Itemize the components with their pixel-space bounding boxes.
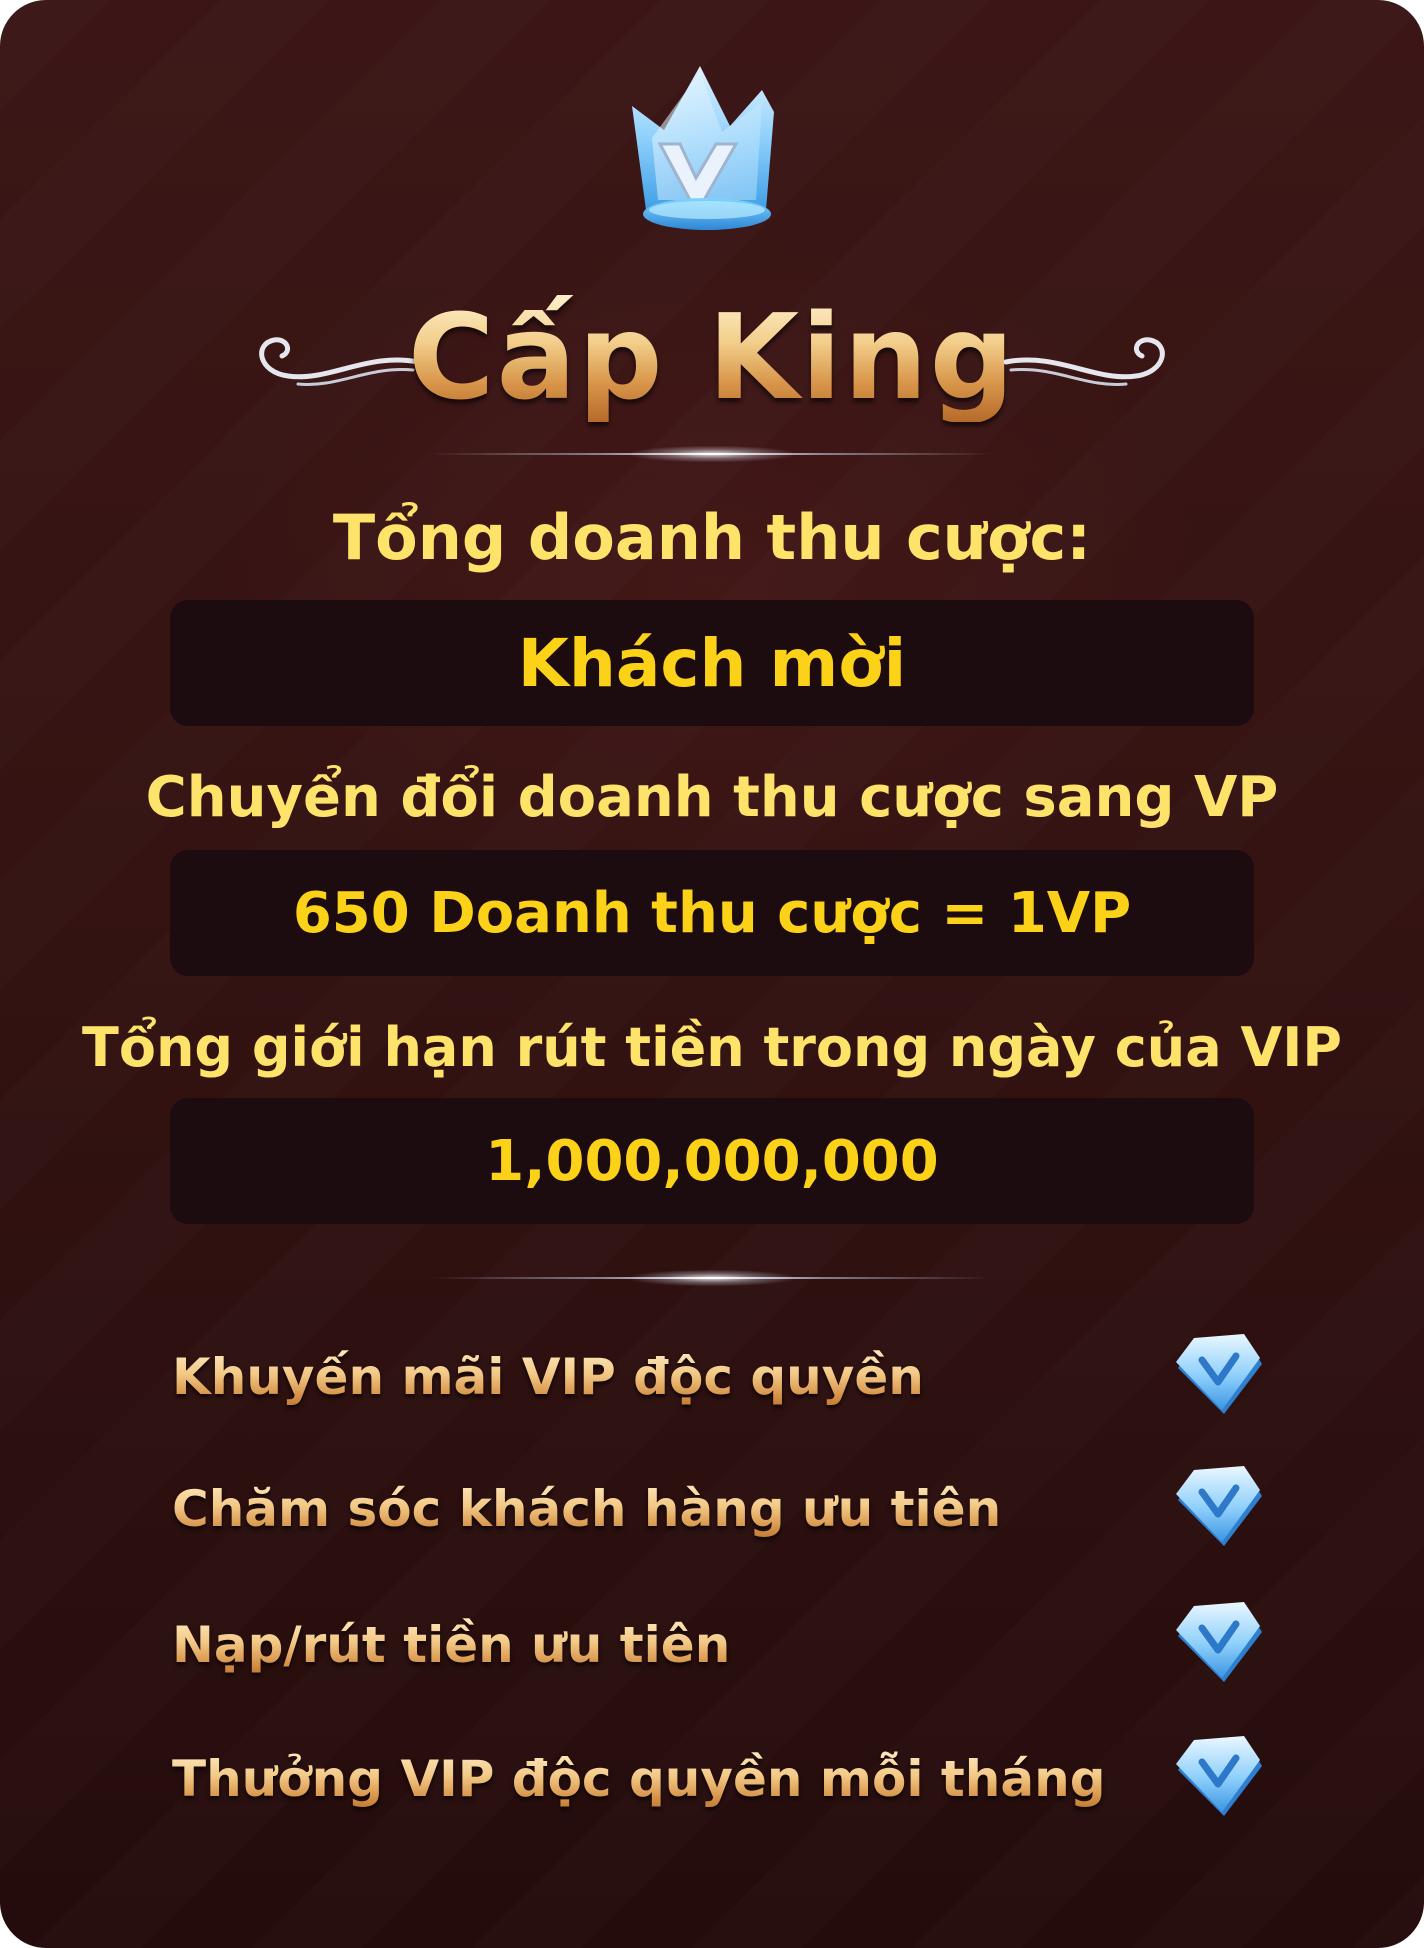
daily-withdrawal-limit-heading: Tổng giới hạn rút tiền trong ngày của VI… — [82, 1016, 1342, 1079]
benefit-item: Chăm sóc khách hàng ưu tiên — [172, 1466, 1272, 1556]
benefit-item: Khuyến mãi VIP độc quyền — [172, 1334, 1272, 1424]
benefit-item: Thưởng VIP độc quyền mỗi tháng — [172, 1736, 1272, 1826]
daily-withdrawal-limit-value: 1,000,000,000 — [485, 1128, 939, 1194]
total-turnover-heading: Tổng doanh thu cược: — [332, 501, 1092, 574]
benefit-label: Nạp/rút tiền ưu tiên — [172, 1612, 730, 1678]
level-title-row: Cấp King — [0, 282, 1424, 432]
swirl-ornament-icon — [1003, 337, 1165, 386]
daily-withdrawal-limit-value-box: 1,000,000,000 — [170, 1098, 1254, 1224]
vp-conversion-heading: Chuyển đổi doanh thu cược sang VP — [145, 765, 1279, 830]
level-title: Cấp King — [0, 292, 1424, 422]
vip-level-card: Cấp King Tổng doanh thu cược: Khách mời … — [0, 0, 1424, 1948]
total-turnover-value: Khách mời — [517, 624, 907, 702]
crown-v-icon — [632, 66, 774, 230]
vp-conversion-value: 650 Doanh thu cược = 1VP — [292, 880, 1132, 946]
check-badge-icon — [1176, 1736, 1262, 1816]
divider — [432, 446, 992, 462]
check-badge-icon — [1176, 1334, 1262, 1414]
total-turnover-value-box: Khách mời — [170, 600, 1254, 726]
benefit-item: Nạp/rút tiền ưu tiên — [172, 1602, 1272, 1692]
check-badge-icon — [1176, 1602, 1262, 1682]
benefit-label: Thưởng VIP độc quyền mỗi tháng — [172, 1746, 1106, 1812]
divider — [432, 1270, 992, 1286]
benefit-label: Khuyến mãi VIP độc quyền — [172, 1344, 924, 1410]
benefit-label: Chăm sóc khách hàng ưu tiên — [172, 1476, 1001, 1542]
check-badge-icon — [1176, 1466, 1262, 1546]
vp-conversion-value-box: 650 Doanh thu cược = 1VP — [170, 850, 1254, 976]
